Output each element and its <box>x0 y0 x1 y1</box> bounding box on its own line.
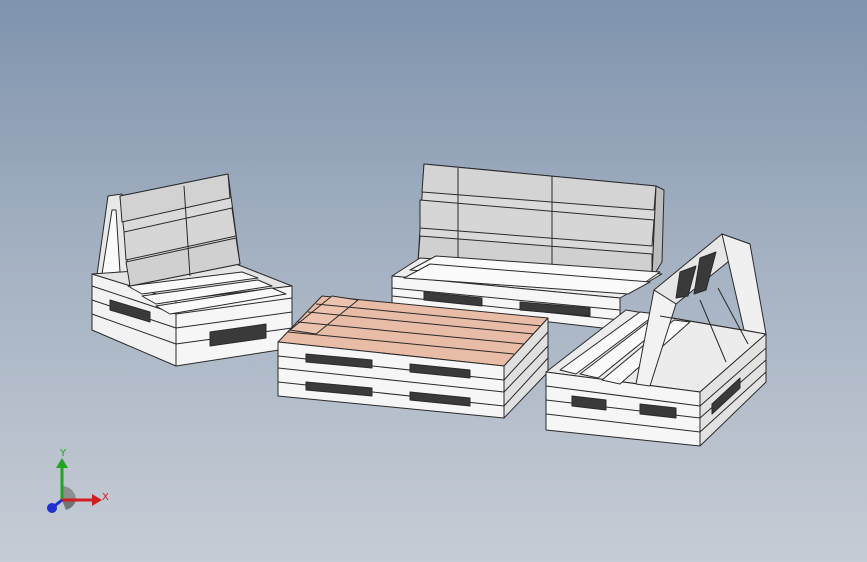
x-axis-label: X <box>102 492 109 503</box>
graphics-viewport[interactable]: Y X <box>0 0 867 562</box>
pallet-coffee-table[interactable] <box>277 295 549 419</box>
pallet-armchair-left[interactable] <box>91 173 293 367</box>
pallet-sofa-center[interactable] <box>391 163 665 331</box>
y-axis-label: Y <box>59 448 67 459</box>
model-scene[interactable]: Y X <box>0 0 867 562</box>
coordinate-triad: Y X <box>47 448 109 513</box>
